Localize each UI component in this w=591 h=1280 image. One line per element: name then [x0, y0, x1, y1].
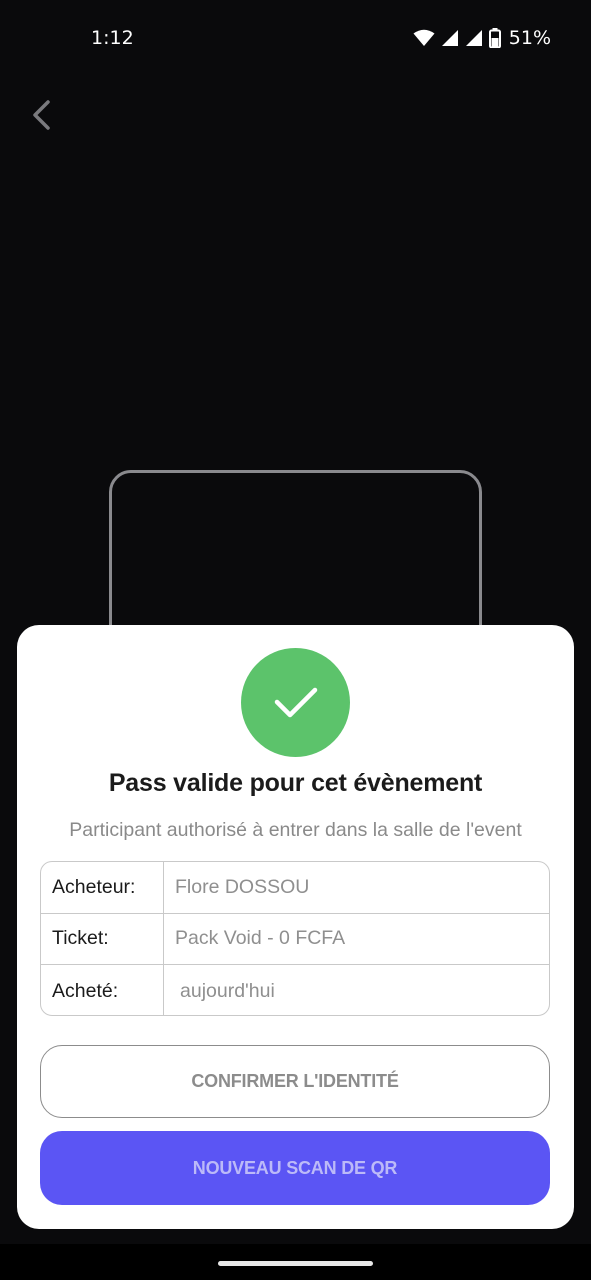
wifi-icon [413, 29, 435, 46]
result-title: Pass valide pour cet évènement [108, 769, 483, 797]
battery-percent: 51% [508, 27, 551, 49]
status-time: 1:12 [91, 27, 134, 49]
home-indicator[interactable] [218, 1261, 373, 1266]
checkmark-icon [274, 687, 317, 717]
buyer-label: Acheteur: [41, 862, 164, 913]
success-badge [241, 648, 350, 757]
system-nav-bar [0, 1244, 591, 1280]
purchase-date-value: aujourd'hui [180, 979, 275, 1002]
battery-icon [488, 28, 501, 48]
ticket-row: Ticket: Pack Void - 0 FCFA [41, 913, 549, 965]
back-button[interactable] [24, 94, 58, 136]
chevron-left-icon [33, 100, 50, 130]
signal-icon [441, 30, 458, 46]
purchase-date-label: Acheté: [41, 965, 164, 1015]
ticket-details-table: Acheteur: Flore DOSSOU Ticket: Pack Void… [40, 861, 550, 1016]
confirm-identity-button[interactable]: CONFIRMER L'IDENTITÉ [40, 1045, 550, 1118]
buyer-row: Acheteur: Flore DOSSOU [41, 862, 549, 914]
purchase-date-row: Acheté: aujourd'hui [41, 965, 549, 1015]
result-sheet: Pass valide pour cet évènement Participa… [17, 625, 574, 1229]
buyer-value: Flore DOSSOU [175, 875, 310, 898]
status-bar: 1:12 51% [0, 0, 591, 78]
ticket-label: Ticket: [41, 913, 164, 964]
signal-icon [465, 30, 482, 46]
status-icons: 51% [413, 27, 551, 49]
result-subtitle: Participant authorisé à entrer dans la s… [69, 819, 522, 841]
new-scan-button[interactable]: NOUVEAU SCAN DE QR [40, 1131, 550, 1205]
ticket-value: Pack Void - 0 FCFA [175, 927, 346, 950]
